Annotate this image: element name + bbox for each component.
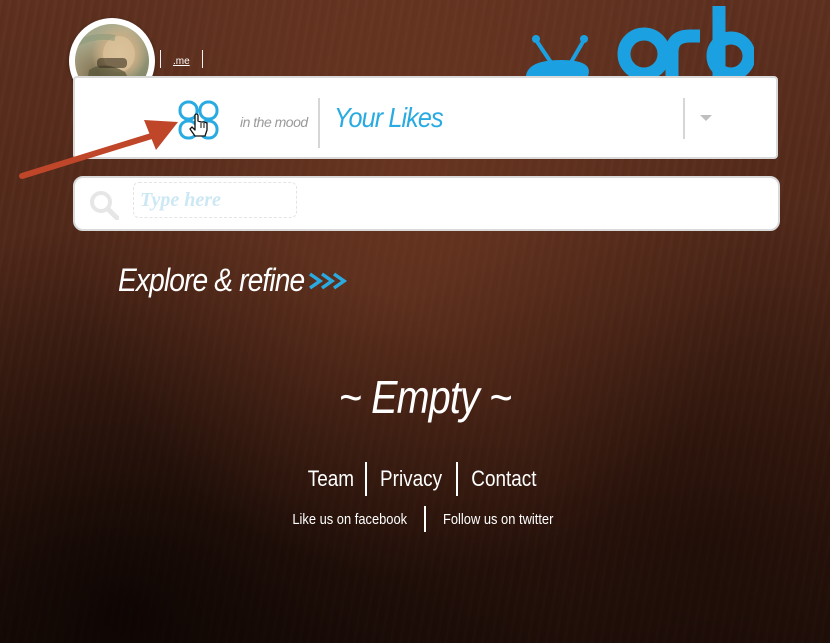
- twitter-link[interactable]: Follow us on twitter: [436, 511, 560, 528]
- search-input[interactable]: [133, 182, 297, 218]
- footer-divider: [365, 462, 368, 496]
- explore-label: Explore & refine: [118, 262, 305, 298]
- top-nav: .me: [160, 50, 203, 68]
- facebook-link[interactable]: Like us on facebook: [285, 511, 414, 528]
- social-divider: [424, 506, 427, 532]
- footer-links: Team Privacy Contact: [0, 462, 830, 496]
- search-icon-graphic: [90, 191, 120, 221]
- explore-refine-link[interactable]: Explore & refine: [118, 262, 350, 299]
- triple-chevron-right-icon: [308, 272, 348, 289]
- search-icon[interactable]: [89, 190, 120, 221]
- footer-divider: [455, 462, 458, 496]
- footer-link-contact[interactable]: Contact: [464, 466, 543, 492]
- tv-antenna-icon: [526, 6, 756, 81]
- nav-divider: [201, 50, 203, 68]
- red-arrow-icon: [18, 112, 188, 184]
- orb-logo[interactable]: [524, 2, 756, 82]
- chevron-down-icon[interactable]: [700, 115, 712, 121]
- nav-divider: [160, 50, 161, 68]
- footer-link-team[interactable]: Team: [301, 466, 361, 492]
- search-bar: [73, 176, 780, 231]
- dropdown-divider: [683, 98, 685, 139]
- social-links: Like us on facebook Follow us on twitter: [0, 506, 830, 532]
- empty-state-message: ~ Empty ~: [338, 371, 512, 423]
- mood-divider: [318, 98, 320, 148]
- footer-link-privacy[interactable]: Privacy: [374, 466, 450, 492]
- red-arrow-graphic: [19, 120, 178, 179]
- profile-me-link[interactable]: .me: [173, 56, 190, 67]
- mood-label: in the mood: [240, 114, 308, 130]
- mood-selected-value[interactable]: Your Likes: [334, 102, 444, 134]
